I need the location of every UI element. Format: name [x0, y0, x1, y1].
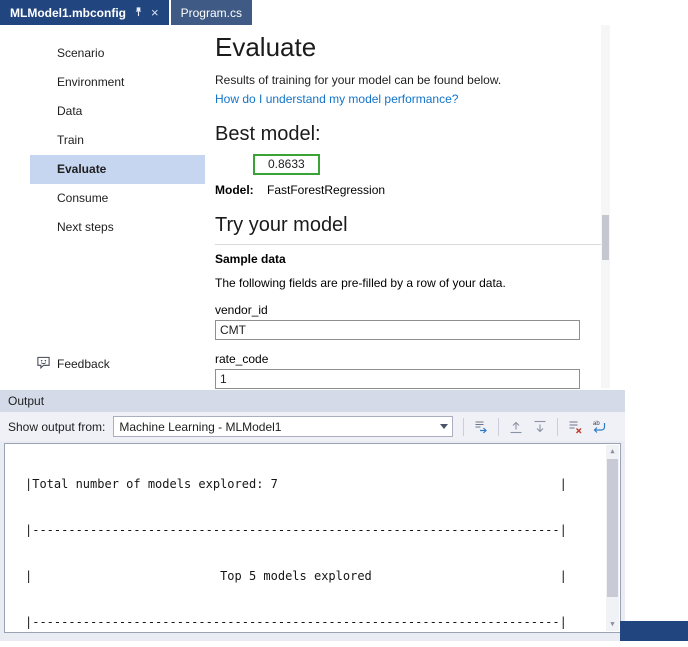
page-description: Results of training for your model can b…	[215, 73, 502, 87]
best-model-name-row: Model: FastForestRegression	[215, 183, 580, 198]
previous-message-icon	[510, 421, 522, 433]
find-message-icon	[475, 420, 488, 433]
sidebar-item-next-steps[interactable]: Next steps	[30, 213, 205, 242]
best-model-score-row: 0.8633	[215, 154, 580, 175]
sample-data-description: The following fields are pre-filled by a…	[215, 276, 506, 290]
console-scrollbar[interactable]: ▲ ▼	[606, 445, 619, 631]
sample-data-label: Sample data	[215, 252, 286, 266]
console-line: | Top 5 models explored |	[25, 569, 567, 584]
output-panel: Output Show output from: Machine Learnin…	[0, 390, 625, 641]
console-scrollbar-thumb[interactable]	[607, 459, 618, 597]
feedback-label: Feedback	[57, 357, 110, 371]
console-line: |Total number of models explored: 7 |	[25, 476, 567, 491]
close-icon[interactable]: ×	[151, 6, 159, 19]
sidebar-item-train[interactable]: Train	[30, 126, 205, 155]
toolbar-separator	[557, 417, 559, 436]
model-performance-link[interactable]: How do I understand my model performance…	[215, 92, 580, 107]
sidebar-item-environment[interactable]: Environment	[30, 68, 205, 97]
console-line: |---------------------------------------…	[25, 615, 567, 630]
page-title: Evaluate	[215, 32, 317, 62]
vendor-id-label: vendor_id	[215, 303, 268, 317]
pin-icon[interactable]	[133, 6, 144, 20]
sidebar-item-scenario[interactable]: Scenario	[30, 39, 205, 68]
clear-all-icon	[569, 420, 582, 433]
clear-all-button[interactable]	[564, 416, 586, 438]
word-wrap-icon: ab	[593, 421, 606, 433]
tab-label: Program.cs	[180, 5, 242, 20]
vs-window: MLModel1.mbconfig × Program.cs Scenario …	[0, 0, 688, 647]
window-corner	[620, 621, 688, 641]
dropdown-arrow-button[interactable]	[435, 417, 452, 436]
show-output-from-label: Show output from:	[8, 419, 106, 434]
scroll-up-icon[interactable]: ▲	[606, 445, 619, 458]
sidebar-item-evaluate[interactable]: Evaluate	[30, 155, 205, 184]
console-output[interactable]: |Total number of models explored: 7 | |-…	[4, 443, 621, 633]
console-line: |---------------------------------------…	[25, 523, 567, 538]
step-nav: Scenario Environment Data Train Evaluate…	[0, 25, 212, 242]
toolbar-separator	[498, 417, 500, 436]
rate-code-label: rate_code	[215, 352, 269, 366]
output-source-selected: Machine Learning - MLModel1	[119, 419, 282, 434]
tab-program-cs[interactable]: Program.cs	[170, 0, 252, 25]
chevron-down-icon	[439, 424, 448, 429]
sidebar-item-consume[interactable]: Consume	[30, 184, 205, 213]
tab-mlmodel1-mbconfig[interactable]: MLModel1.mbconfig ×	[0, 0, 169, 25]
word-wrap-button[interactable]: ab	[588, 416, 610, 438]
model-value: FastForestRegression	[267, 183, 386, 197]
vendor-id-input[interactable]	[215, 320, 580, 340]
mbconfig-step-sidebar: Scenario Environment Data Train Evaluate…	[0, 25, 212, 390]
next-message-button[interactable]	[529, 416, 551, 438]
output-panel-title: Output	[0, 390, 625, 412]
tab-label: MLModel1.mbconfig	[10, 5, 126, 20]
section-divider	[215, 244, 610, 245]
output-toolbar: Show output from: Machine Learning - MLM…	[0, 412, 625, 441]
best-model-score: 0.8633	[253, 154, 320, 175]
toolbar-separator	[463, 417, 465, 436]
rate-code-input[interactable]	[215, 369, 580, 389]
model-label: Model:	[215, 183, 254, 197]
try-model-heading: Try your model	[215, 214, 348, 236]
main-scrollbar[interactable]	[601, 25, 610, 388]
sidebar-item-data[interactable]: Data	[30, 97, 205, 126]
document-tab-strip: MLModel1.mbconfig × Program.cs	[0, 0, 688, 25]
next-message-icon	[534, 420, 546, 432]
main-scrollbar-thumb[interactable]	[602, 215, 609, 260]
scroll-down-icon[interactable]: ▼	[606, 618, 619, 631]
output-source-dropdown[interactable]: Machine Learning - MLModel1	[113, 416, 454, 437]
feedback-icon	[36, 355, 51, 373]
find-message-button[interactable]	[470, 416, 492, 438]
svg-text:ab: ab	[593, 421, 600, 427]
best-model-heading: Best model:	[215, 123, 321, 145]
feedback-button[interactable]: Feedback	[36, 355, 110, 373]
evaluate-page: Evaluate Results of training for your mo…	[215, 25, 610, 389]
previous-message-button[interactable]	[505, 416, 527, 438]
